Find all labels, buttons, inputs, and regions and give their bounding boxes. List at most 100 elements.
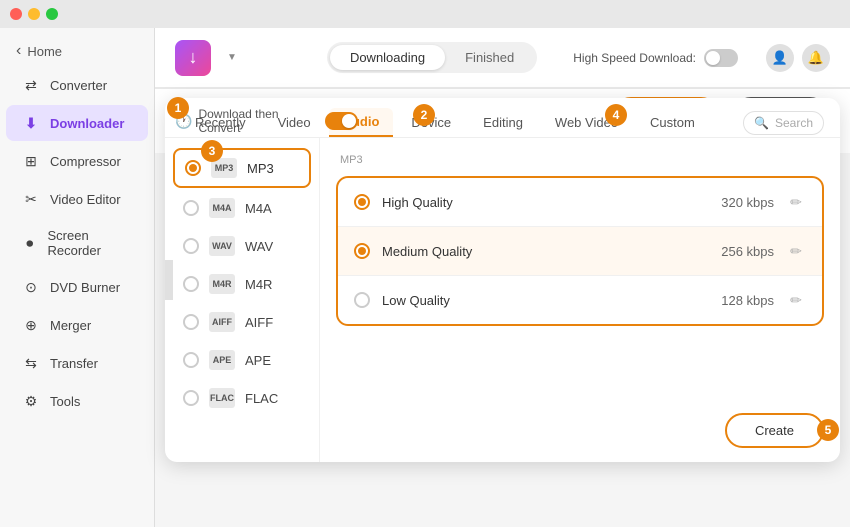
- sidebar-home[interactable]: Home: [0, 36, 154, 66]
- wav-label: WAV: [245, 239, 273, 254]
- badge-4: 4: [605, 104, 627, 126]
- aiff-label: AIFF: [245, 315, 273, 330]
- create-button[interactable]: Create: [725, 413, 824, 448]
- tab-downloading[interactable]: Downloading: [330, 45, 445, 70]
- sidebar-label-dvd-burner: DVD Burner: [50, 280, 120, 295]
- aiff-radio: [183, 314, 199, 330]
- sidebar-label-downloader: Downloader: [50, 116, 124, 131]
- sidebar-item-tools[interactable]: ⚙ Tools: [6, 383, 148, 419]
- main-area: ‹ Recently Video Audio Device Editing We…: [155, 88, 850, 527]
- compressor-icon: ⊞: [22, 152, 40, 170]
- sidebar-item-merger[interactable]: ⊕ Merger: [6, 307, 148, 343]
- bell-icon[interactable]: 🔔: [802, 44, 830, 72]
- search-placeholder: Search: [775, 116, 813, 130]
- app-body: Home ⇄ Converter ⬇ Downloader ⊞ Compress…: [0, 28, 850, 527]
- format-item-aiff[interactable]: AIFF AIFF: [173, 304, 311, 340]
- format-item-flac[interactable]: FLAC FLAC: [173, 380, 311, 416]
- sidebar-item-transfer[interactable]: ⇆ Transfer: [6, 345, 148, 381]
- downloader-icon: ⬇: [22, 114, 40, 132]
- transfer-icon: ⇆: [22, 354, 40, 372]
- wav-icon: WAV: [209, 236, 235, 256]
- sidebar-item-downloader[interactable]: ⬇ Downloader: [6, 105, 148, 141]
- tab-finished[interactable]: Finished: [445, 45, 534, 70]
- converter-icon: ⇄: [22, 76, 40, 94]
- screen-recorder-icon: ⏺: [22, 234, 37, 252]
- m4a-radio: [183, 200, 199, 216]
- tab-editing[interactable]: Editing: [469, 109, 537, 136]
- sidebar-item-dvd-burner[interactable]: ⊙ DVD Burner: [6, 269, 148, 305]
- badge-1: 1: [167, 97, 189, 119]
- sidebar-label-video-editor: Video Editor: [50, 192, 121, 207]
- m4r-icon: M4R: [209, 274, 235, 294]
- tab-custom[interactable]: Custom: [636, 109, 709, 136]
- content: ↓ ▼ Downloading Finished High Speed Down…: [155, 28, 850, 527]
- low-quality-bitrate: 128 kbps: [721, 293, 774, 308]
- sidebar-label-converter: Converter: [50, 78, 107, 93]
- format-item-m4r[interactable]: M4R M4R: [173, 266, 311, 302]
- merger-icon: ⊕: [22, 316, 40, 334]
- sidebar: Home ⇄ Converter ⬇ Downloader ⊞ Compress…: [0, 28, 155, 527]
- format-item-ape[interactable]: APE APE: [173, 342, 311, 378]
- low-quality-radio: [354, 292, 370, 308]
- high-quality-radio: [354, 194, 370, 210]
- mp3-label: MP3: [247, 161, 274, 176]
- search-box[interactable]: 🔍 Search: [743, 111, 824, 135]
- download-convert-label: Download then Convert: [198, 107, 319, 135]
- minimize-button[interactable]: [28, 8, 40, 20]
- quality-item-medium[interactable]: Medium Quality 256 kbps ✏: [338, 227, 822, 276]
- high-speed-toggle[interactable]: [704, 49, 738, 67]
- quality-item-high[interactable]: High Quality 320 kbps ✏: [338, 178, 822, 227]
- m4r-label: M4R: [245, 277, 272, 292]
- sidebar-label-compressor: Compressor: [50, 154, 121, 169]
- app-icon: ↓: [175, 40, 211, 76]
- high-quality-label: High Quality: [382, 195, 709, 210]
- titlebar: [0, 0, 850, 28]
- sidebar-item-converter[interactable]: ⇄ Converter: [6, 67, 148, 103]
- profile-icon[interactable]: 👤: [766, 44, 794, 72]
- format-item-wav[interactable]: WAV WAV: [173, 228, 311, 264]
- search-icon: 🔍: [754, 116, 769, 130]
- medium-quality-radio: [354, 243, 370, 259]
- flac-label: FLAC: [245, 391, 278, 406]
- format-item-mp3[interactable]: MP3 MP3: [173, 148, 311, 188]
- dropdown-arrow-icon[interactable]: ▼: [227, 52, 237, 63]
- format-list: MP3 MP3 3 M4A M4A WAV: [165, 138, 320, 462]
- ape-radio: [183, 352, 199, 368]
- maximize-button[interactable]: [46, 8, 58, 20]
- high-quality-bitrate: 320 kbps: [721, 195, 774, 210]
- sidebar-item-video-editor[interactable]: ✂ Video Editor: [6, 181, 148, 217]
- download-convert-toggle[interactable]: [325, 112, 358, 130]
- low-quality-edit-icon[interactable]: ✏: [786, 290, 806, 310]
- badge-3: 3: [201, 140, 223, 162]
- m4a-label: M4A: [245, 201, 272, 216]
- sidebar-label-transfer: Transfer: [50, 356, 98, 371]
- high-speed-section: High Speed Download:: [573, 49, 738, 67]
- badge-5: 5: [817, 419, 839, 441]
- sidebar-item-compressor[interactable]: ⊞ Compressor: [6, 143, 148, 179]
- medium-quality-label: Medium Quality: [382, 244, 709, 259]
- low-quality-label: Low Quality: [382, 293, 709, 308]
- format-item-m4a[interactable]: M4A M4A: [173, 190, 311, 226]
- close-button[interactable]: [10, 8, 22, 20]
- dvd-burner-icon: ⊙: [22, 278, 40, 296]
- flac-icon: FLAC: [209, 388, 235, 408]
- quality-item-low[interactable]: Low Quality 128 kbps ✏: [338, 276, 822, 324]
- tools-icon: ⚙: [22, 392, 40, 410]
- quality-container: High Quality 320 kbps ✏ Medium Quality 2…: [336, 176, 824, 326]
- download-convert-text: Download then Convert: [198, 107, 319, 135]
- video-editor-icon: ✂: [22, 190, 40, 208]
- m4a-icon: M4A: [209, 198, 235, 218]
- mp3-radio: [185, 160, 201, 176]
- ape-icon: APE: [209, 350, 235, 370]
- high-quality-edit-icon[interactable]: ✏: [786, 192, 806, 212]
- aiff-icon: AIFF: [209, 312, 235, 332]
- flac-radio: [183, 390, 199, 406]
- sidebar-item-screen-recorder[interactable]: ⏺ Screen Recorder: [6, 219, 148, 267]
- format-overlay-panel: ‹ Recently Video Audio Device Editing We…: [165, 98, 840, 462]
- medium-quality-edit-icon[interactable]: ✏: [786, 241, 806, 261]
- wav-radio: [183, 238, 199, 254]
- badge-2: 2: [413, 104, 435, 126]
- ape-label: APE: [245, 353, 271, 368]
- collapse-arrow-icon[interactable]: ‹: [165, 260, 173, 300]
- m4r-radio: [183, 276, 199, 292]
